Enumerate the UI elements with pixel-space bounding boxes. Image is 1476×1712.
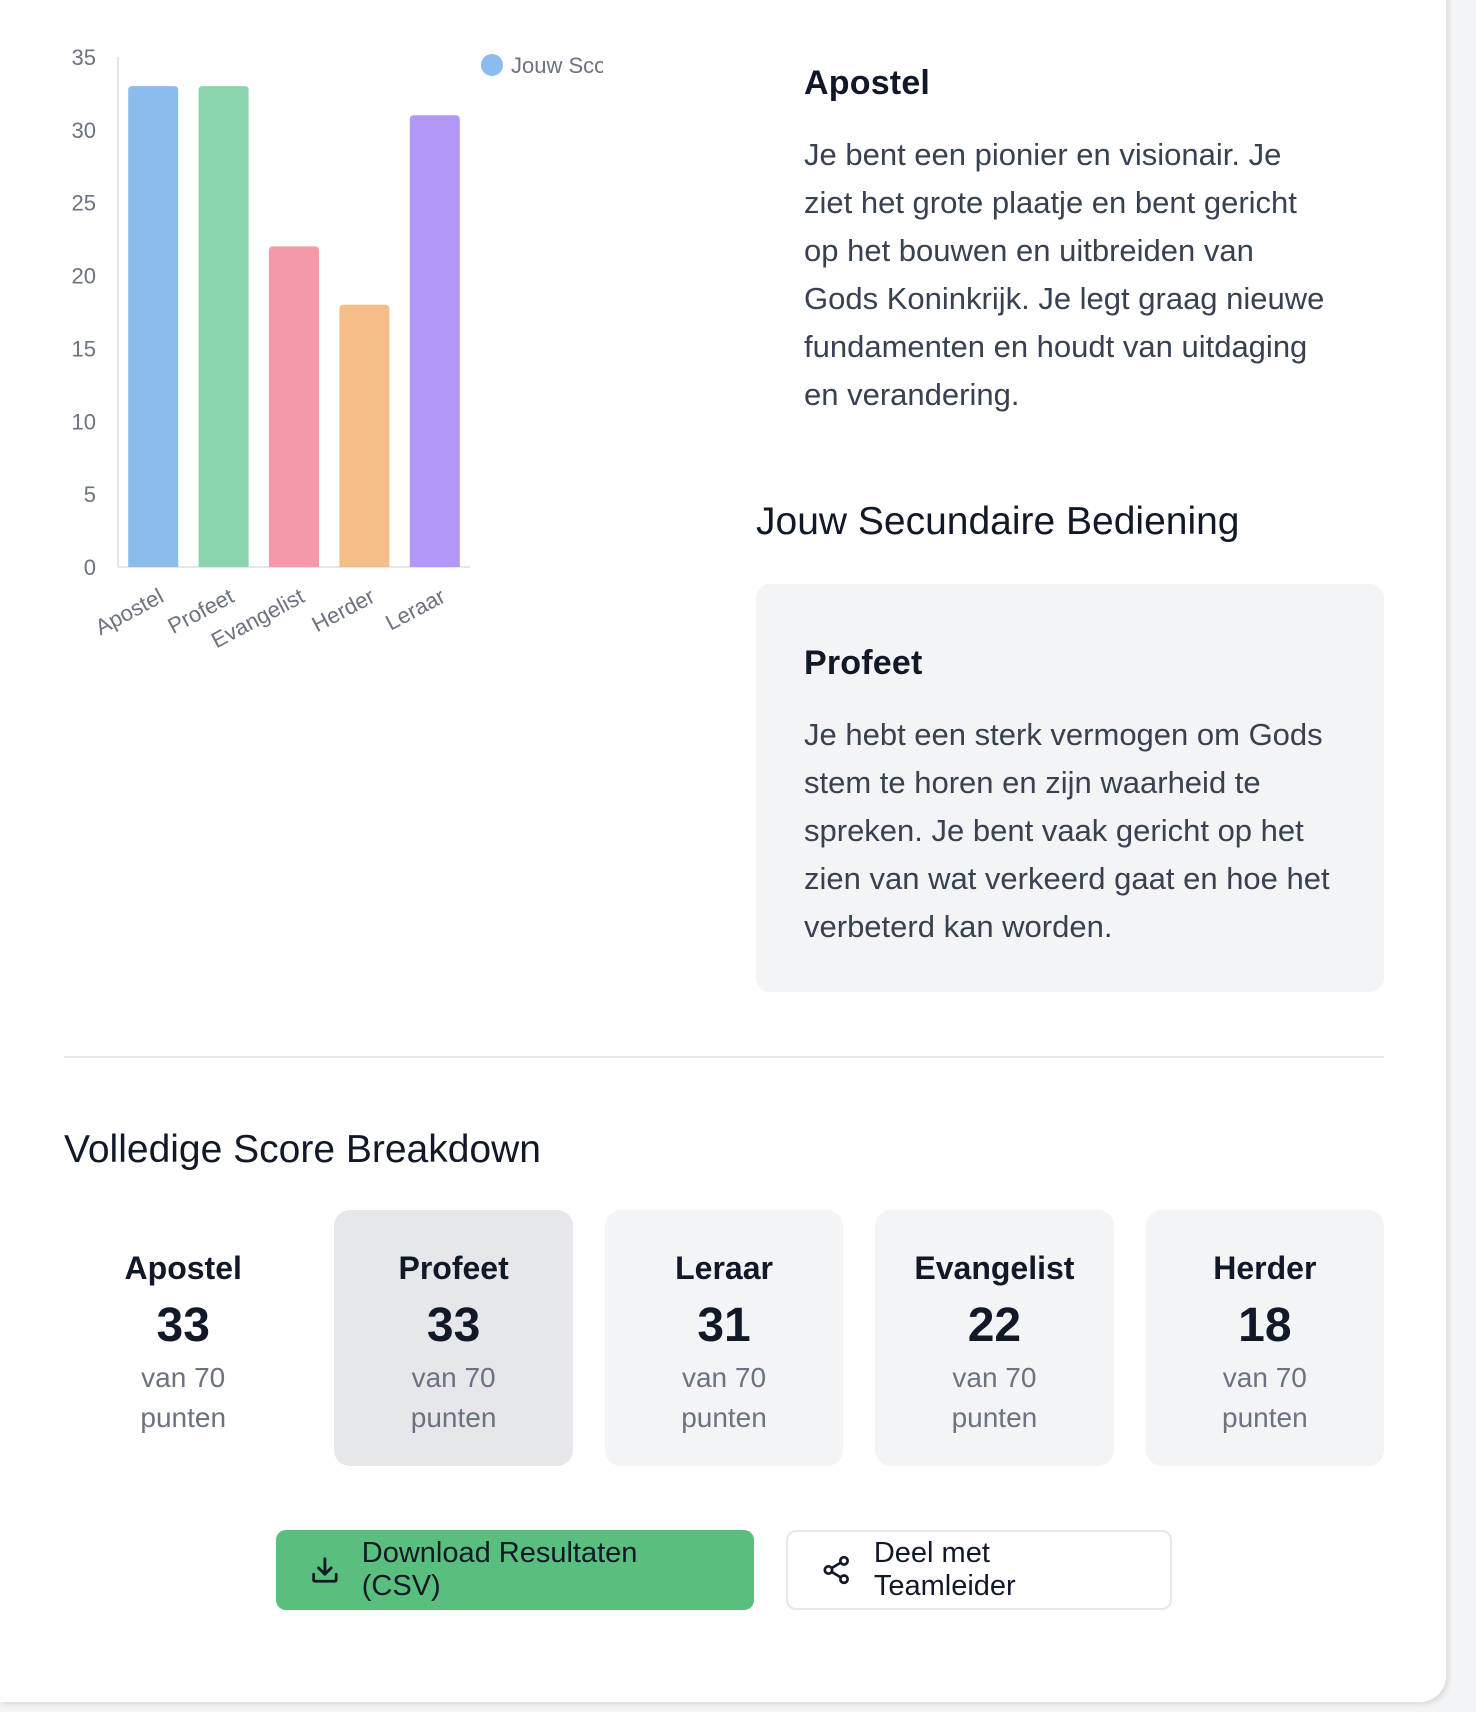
secondary-ministry-box: Profeet Je hebt een sterk vermogen om Go…	[756, 584, 1384, 992]
score-card-name: Leraar	[675, 1250, 773, 1286]
y-tick-label: 10	[72, 409, 96, 434]
score-card-value: 31	[697, 1299, 751, 1352]
score-card-name: Herder	[1213, 1250, 1317, 1286]
legend-label: Jouw Sco	[511, 53, 606, 78]
download-csv-button[interactable]: Download Resultaten (CSV)	[276, 1530, 754, 1610]
score-card-value: 18	[1238, 1299, 1292, 1352]
score-card-value: 33	[426, 1299, 481, 1352]
y-tick-label: 30	[72, 118, 96, 143]
x-tick-label: Apostel	[91, 583, 168, 640]
bar-leraar	[409, 115, 460, 568]
y-tick-label: 20	[72, 264, 96, 289]
score-breakdown-grid: Apostel 33 van 70 punten Profeet 33 van …	[64, 1210, 1385, 1466]
y-tick-label: 35	[72, 45, 96, 70]
score-card-value: 22	[967, 1299, 1022, 1352]
score-card-name: Evangelist	[914, 1250, 1075, 1286]
action-buttons: Download Resultaten (CSV) Deel met Teaml…	[276, 1530, 1172, 1610]
score-card-value: 33	[156, 1299, 210, 1352]
score-card-evangelist: Evangelist 22 van 70 punten	[875, 1210, 1114, 1466]
score-card-leraar: Leraar 31 van 70 punten	[604, 1210, 844, 1466]
share-team-leader-button[interactable]: Deel met Teamleider	[786, 1530, 1172, 1610]
primary-ministry-title: Apostel	[804, 64, 931, 102]
share-team-leader-label: Deel met Teamleider	[873, 1537, 1016, 1602]
primary-ministry-box: Apostel Je bent een pionier en visionair…	[756, 0, 1384, 430]
secondary-ministry-title: Profeet	[804, 644, 923, 682]
bar-evangelist	[269, 246, 319, 567]
score-card-unit: van 70 punten	[681, 1362, 767, 1433]
score-card-unit: van 70 punten	[951, 1362, 1038, 1433]
y-tick-label: 5	[84, 482, 96, 507]
score-card-apostel: Apostel 33 van 70 punten	[64, 1210, 303, 1466]
score-card-unit: van 70 punten	[410, 1362, 497, 1433]
bar-chart-svg: 05101520253035ApostelProfeetEvangelist He…	[72, 45, 606, 653]
secondary-ministry-description: Je hebt een sterk vermogen om Gods stem …	[804, 717, 1330, 944]
breakdown-title: Volledige Score Breakdown	[64, 1128, 541, 1171]
bar-herder	[339, 304, 390, 567]
score-card-name: Apostel	[124, 1250, 242, 1286]
score-card-profeet: Profeet 33 van 70 punten	[334, 1210, 573, 1466]
y-tick-label: 0	[84, 555, 96, 580]
score-bar-chart: 0 5 10 15 20 25 30 35 Apostel Profeet Evangelist He…	[0, 0, 640, 700]
score-card-name: Profeet	[398, 1250, 509, 1286]
x-tick-label: Leraar	[381, 583, 449, 635]
score-card-unit: van 70 punten	[1222, 1362, 1308, 1433]
section-divider	[64, 1056, 1384, 1058]
share-icon	[823, 1555, 849, 1585]
legend-swatch	[481, 54, 503, 76]
results-card: 0 5 10 15 20 25 30 35 Apostel Profeet Evangelist He…	[0, 0, 1446, 1702]
x-tick-label: Herder	[308, 583, 379, 637]
y-tick-label: 15	[72, 336, 96, 361]
bar-profeet	[198, 86, 249, 568]
y-tick-label: 25	[72, 191, 96, 216]
score-card-unit: van 70 punten	[140, 1362, 227, 1433]
secondary-ministry-heading: Jouw Secundaire Bediening	[756, 500, 1240, 543]
bar-apostel	[128, 86, 179, 568]
primary-ministry-description: Je bent een pionier en visionair. Je zie…	[804, 137, 1325, 412]
download-icon	[312, 1557, 338, 1583]
download-csv-label: Download Resultaten (CSV)	[361, 1537, 638, 1602]
score-card-herder: Herder 18 van 70 punten	[1145, 1210, 1385, 1466]
